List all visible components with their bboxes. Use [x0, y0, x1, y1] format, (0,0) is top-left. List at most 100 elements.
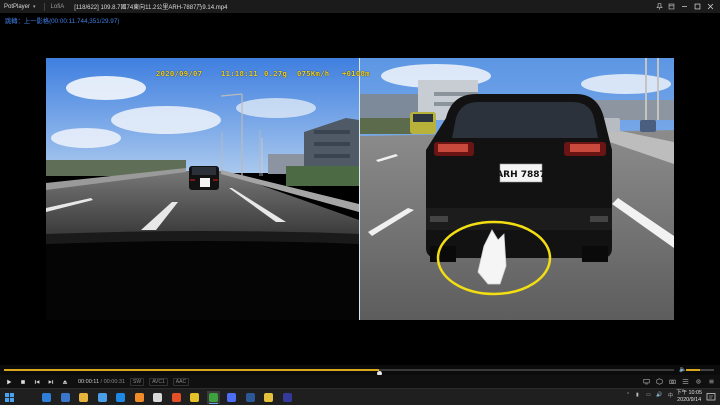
camera-icon	[668, 379, 676, 384]
current-time: 00:00:11	[78, 378, 100, 385]
zoomed-view: ARH 7887	[360, 58, 674, 320]
taskbar-app-icon	[153, 393, 162, 402]
gear-icon	[695, 379, 701, 384]
clock-date: 2020/9/14	[677, 397, 702, 403]
video-settings-button[interactable]	[641, 377, 651, 387]
taskbar-app-2[interactable]	[59, 391, 72, 404]
next-button[interactable]	[44, 375, 58, 388]
volume-level	[686, 369, 700, 371]
taskbar-app-8[interactable]	[170, 391, 183, 404]
input-language[interactable]: 中	[668, 392, 673, 399]
osd-gforce: 0.27g	[264, 69, 288, 78]
eject-icon	[62, 379, 68, 384]
video-frame[interactable]: ARH 7887 2020/09/07 11:18:11 0.27g 075Km…	[46, 58, 674, 320]
start-button[interactable]	[3, 391, 16, 404]
seek-track[interactable]	[4, 369, 674, 376]
video-codec-tag[interactable]: AVC1	[149, 377, 168, 386]
taskbar-app-icon	[42, 393, 51, 402]
eject-button[interactable]	[58, 375, 72, 388]
taskbar-app-icon	[227, 393, 236, 402]
minimize-button[interactable]	[678, 0, 691, 13]
clock-time: 下午 10:05	[676, 390, 702, 396]
taskbar-app-icon	[134, 393, 144, 402]
audio-codec-tag[interactable]: AAC	[172, 377, 190, 386]
always-on-top-button[interactable]	[665, 0, 678, 13]
osd-date: 2020/09/07	[156, 69, 203, 78]
playlist-button[interactable]	[680, 377, 690, 387]
menu-icon	[708, 379, 714, 384]
dashcam-wide-view	[46, 58, 359, 320]
taskbar-app-3[interactable]	[77, 391, 90, 404]
system-clock[interactable]: 下午 10:05 2020/9/14	[676, 390, 702, 404]
close-button[interactable]	[704, 0, 717, 13]
taskbar-app-13[interactable]	[262, 391, 275, 404]
stop-button[interactable]	[16, 375, 30, 388]
taskbar-app-icon	[60, 393, 70, 402]
taskbar-app-icon	[79, 393, 88, 402]
license-plate-text: ARH 7887	[496, 170, 546, 180]
maximize-button[interactable]	[691, 0, 704, 13]
taskbar-app-4[interactable]	[96, 391, 109, 404]
preferences-button[interactable]	[693, 377, 703, 387]
taskbar-app-icon	[116, 393, 125, 402]
windows-icon	[5, 393, 14, 402]
tab-secondary[interactable]: LofiA	[51, 4, 65, 10]
taskbar-app-14[interactable]	[281, 391, 294, 404]
close-icon	[707, 3, 714, 10]
taskbar-app-10[interactable]	[206, 391, 220, 404]
taskbar-app-6[interactable]	[133, 391, 146, 404]
play-button[interactable]	[2, 375, 16, 388]
app-menu-button[interactable]: PotPlayer	[0, 4, 33, 10]
taskbar-app-icon	[171, 393, 181, 402]
total-time: 00:00:31	[103, 378, 126, 385]
tray-speaker-icon[interactable]: 🔊	[656, 392, 662, 398]
file-title: [118/622] 109.8.7國74東向11.2公里ARH-7887乃9.1…	[74, 5, 228, 11]
tray-chevron-icon[interactable]: ⌃	[626, 392, 630, 398]
playback-controls: 00:00:11 / 00:00:31 SW AVC1 AAC	[0, 375, 720, 388]
menu-button[interactable]	[706, 377, 716, 387]
app-menu-caret[interactable]: ▾	[33, 4, 36, 10]
playlist-icon	[682, 379, 688, 384]
taskbar: ⌃ ▮ ▭ 🔊 中 下午 10:05 2020/9/14	[0, 388, 720, 405]
renderer-tag[interactable]: SW	[130, 377, 145, 386]
taskbar-app-1[interactable]	[40, 391, 53, 404]
taskbar-app-icon	[282, 393, 292, 402]
stop-icon	[21, 379, 25, 384]
taskbar-app-9[interactable]	[188, 391, 201, 404]
previous-button[interactable]	[30, 375, 44, 388]
notification-icon[interactable]	[706, 392, 716, 402]
osd-time: 11:18:11	[221, 69, 259, 78]
maximize-icon	[694, 3, 701, 10]
osd-speed: 075Km/h	[297, 69, 330, 78]
monitor-icon	[642, 379, 650, 385]
taskbar-app-icon	[97, 393, 107, 402]
taskbar-app-12[interactable]	[244, 391, 257, 404]
taskbar-app-icon	[245, 393, 255, 402]
taskbar-app-icon	[264, 393, 273, 402]
right-controls	[641, 375, 716, 388]
taskbar-app-5[interactable]	[114, 391, 127, 404]
taskbar-app-icon	[208, 393, 218, 402]
title-bar: PotPlayer ▾ LofiA [118/622] 109.8.7國74東向…	[0, 0, 720, 13]
osd-altitude: +0108m	[342, 69, 370, 78]
play-icon	[7, 379, 12, 384]
3d-button[interactable]	[654, 377, 664, 387]
layers-icon	[668, 3, 675, 10]
skip-next-icon	[48, 379, 54, 384]
tray-network-icon[interactable]: ▮	[636, 392, 639, 398]
minimize-icon	[682, 6, 687, 7]
skip-previous-icon	[34, 379, 40, 384]
taskbar-app-icon	[190, 393, 199, 402]
frame-jump-notice: 跳轉：上一影格(00:00:11.744,351/29.97)	[5, 18, 120, 25]
seek-progress	[4, 369, 380, 371]
tray-display-icon[interactable]: ▭	[646, 392, 651, 398]
title-divider	[43, 2, 45, 11]
taskbar-app-7[interactable]	[151, 391, 164, 404]
taskbar-app-11[interactable]	[225, 391, 238, 404]
capture-button[interactable]	[667, 377, 677, 387]
seek-bar[interactable]: 🔈	[0, 365, 720, 376]
cube-icon	[655, 378, 663, 385]
volume-slider[interactable]	[686, 369, 714, 371]
video-scene: ARH 7887	[46, 58, 674, 320]
pin-icon	[656, 3, 663, 10]
